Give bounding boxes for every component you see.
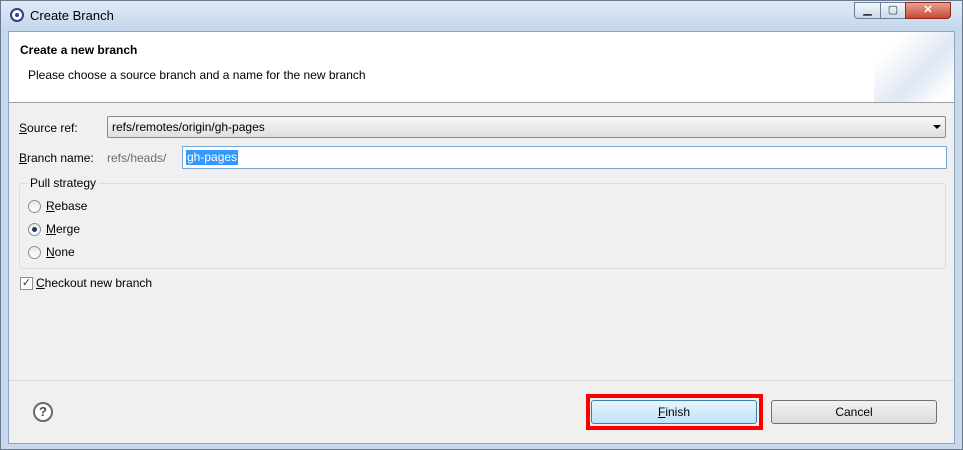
branch-name-value: gh-pages <box>186 150 239 165</box>
create-branch-window: Create Branch ▁ ▢ ✕ Create a new branch … <box>0 0 963 450</box>
checkout-accel: C <box>36 276 45 290</box>
merge-accel: M <box>46 222 56 236</box>
none-radio[interactable] <box>28 246 41 259</box>
source-ref-label: Source ref: <box>19 121 78 135</box>
rebase-radio[interactable] <box>28 200 41 213</box>
branch-prefix: refs/heads/ <box>107 151 167 165</box>
cancel-button[interactable]: Cancel <box>771 400 937 424</box>
minimize-button[interactable]: ▁ <box>854 2 881 19</box>
app-icon <box>10 8 24 22</box>
help-icon[interactable]: ? <box>33 402 53 422</box>
checkout-label-text: heckout new branch <box>44 276 153 290</box>
source-ref-label-text: ource ref: <box>27 121 78 135</box>
checkout-checkbox[interactable]: ✓ <box>20 277 33 290</box>
rebase-accel: R <box>46 199 55 213</box>
branch-name-input[interactable]: gh-pages <box>182 146 947 169</box>
rebase-label-text: ebase <box>54 199 88 213</box>
header-title: Create a new branch <box>20 43 138 57</box>
source-ref-dropdown[interactable]: refs/remotes/origin/gh-pages <box>107 116 946 138</box>
finish-highlight-box <box>586 394 763 430</box>
branch-name-label-text: ranch name: <box>27 151 94 165</box>
header-description: Please choose a source branch and a name… <box>28 68 366 82</box>
pull-strategy-title: Pull strategy <box>28 176 99 190</box>
maximize-button[interactable]: ▢ <box>880 2 906 19</box>
window-title: Create Branch <box>30 8 114 23</box>
branch-name-label: Branch name: <box>19 151 94 165</box>
rebase-label[interactable]: Rebase <box>46 199 87 213</box>
none-label-text: one <box>54 245 75 259</box>
merge-label[interactable]: Merge <box>46 222 80 236</box>
chevron-down-icon <box>933 125 941 129</box>
dialog-body: Create a new branch Please choose a sour… <box>8 31 955 444</box>
pull-strategy-group: Pull strategy Rebase Merge None <box>19 176 946 269</box>
merge-label-text: erge <box>56 222 81 236</box>
source-ref-value: refs/remotes/origin/gh-pages <box>112 120 265 134</box>
footer-divider <box>9 380 954 381</box>
title-bar[interactable]: Create Branch ▁ ▢ ✕ <box>1 1 962 31</box>
header-banner-graphic <box>874 32 954 102</box>
branch-name-accel: B <box>19 151 28 165</box>
dialog-header: Create a new branch Please choose a sour… <box>9 32 954 103</box>
none-label[interactable]: None <box>46 245 75 259</box>
none-accel: N <box>46 245 55 259</box>
checkout-label[interactable]: Checkout new branch <box>36 276 152 290</box>
source-ref-accel: S <box>19 121 28 135</box>
merge-radio[interactable] <box>28 223 41 236</box>
close-button[interactable]: ✕ <box>905 2 951 19</box>
